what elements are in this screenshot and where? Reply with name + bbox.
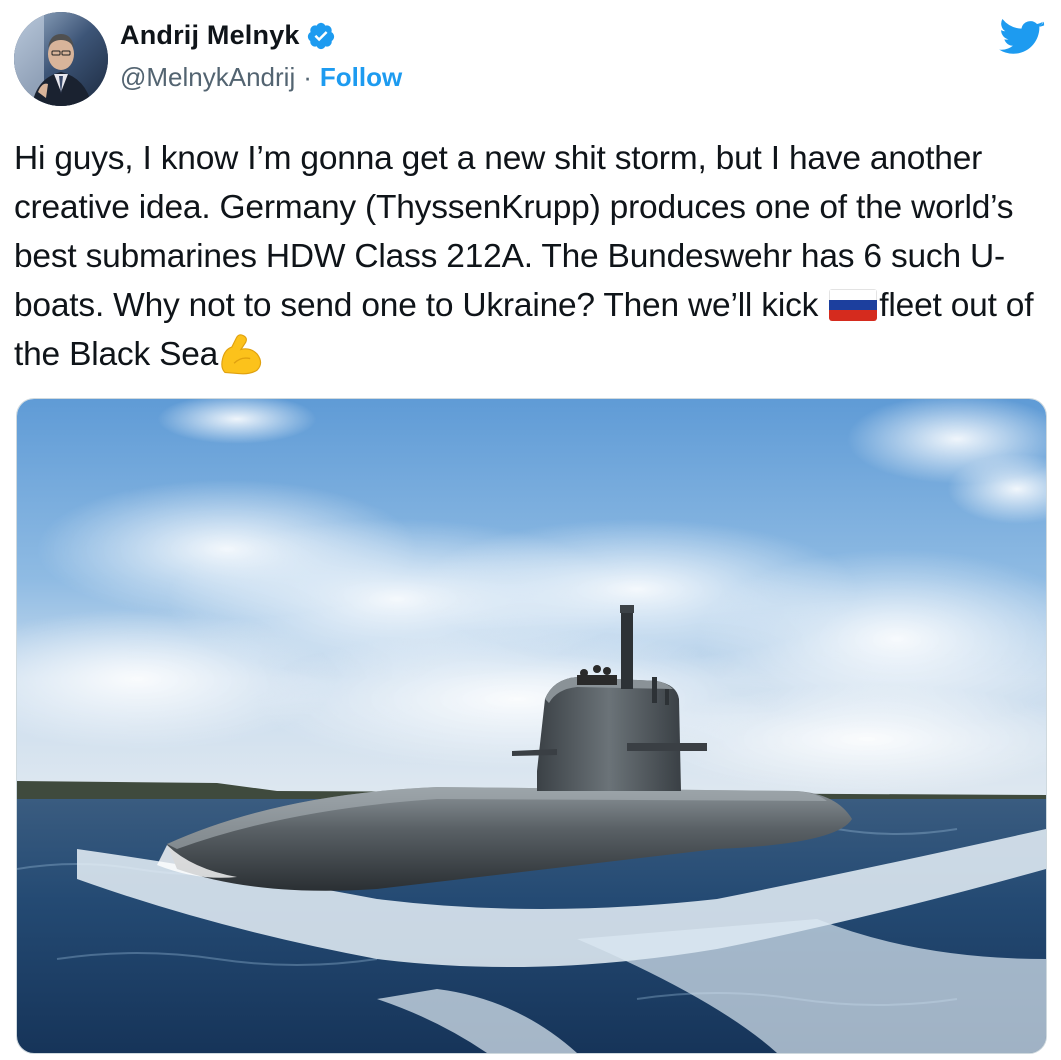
author-handle-row: @MelnykAndrij · Follow xyxy=(120,62,402,93)
submarine-photo xyxy=(17,399,1046,1053)
verified-badge-icon xyxy=(307,22,334,49)
tweet-text: Hi guys, I know I’m gonna get a new shit… xyxy=(14,134,1049,379)
author-name-row: Andrij Melnyk xyxy=(120,20,336,51)
flexed-biceps-icon xyxy=(221,334,262,375)
author-name[interactable]: Andrij Melnyk xyxy=(120,20,300,51)
author-handle[interactable]: @MelnykAndrij xyxy=(120,62,295,93)
twitter-bird-icon[interactable] xyxy=(999,18,1045,56)
russia-flag-icon xyxy=(829,289,878,321)
handle-separator: · xyxy=(303,62,312,92)
avatar-photo xyxy=(14,12,108,106)
follow-button[interactable]: Follow xyxy=(320,62,402,93)
tweet-card: Andrij Melnyk @MelnykAndrij · Follow Hi … xyxy=(0,0,1061,1060)
tweet-media-photo[interactable] xyxy=(16,398,1047,1054)
author-avatar[interactable] xyxy=(14,12,108,106)
